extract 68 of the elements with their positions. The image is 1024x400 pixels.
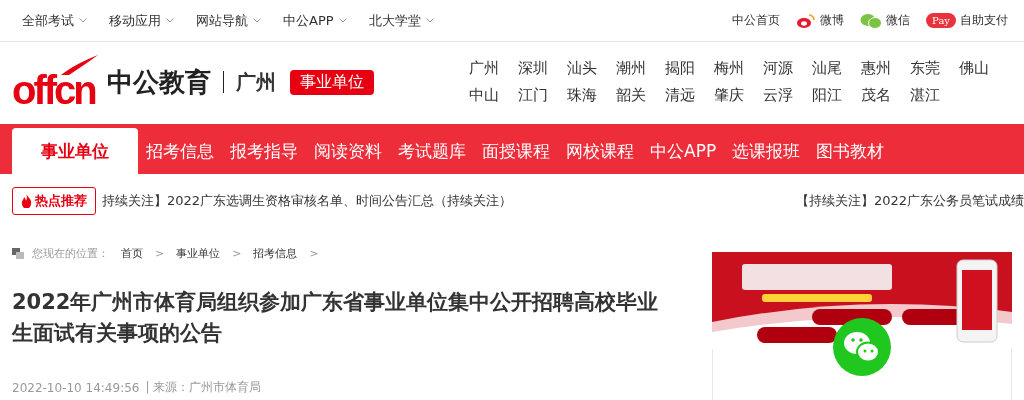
top-link[interactable]: 微信 <box>886 12 911 29</box>
menu-dropdown[interactable]: 中公APP <box>283 11 347 30</box>
nav-tab[interactable]: 阅读资料 <box>306 128 390 174</box>
breadcrumb-separator: > <box>155 247 165 260</box>
nav-tab[interactable]: 招考信息 <box>138 128 222 174</box>
wechat-icon <box>860 12 883 29</box>
flame-icon <box>21 194 32 208</box>
publish-date: 2022-10-10 14:49:56 <box>12 380 140 395</box>
nav-tab[interactable]: 中公APP <box>642 128 725 174</box>
breadcrumb-link[interactable]: 首页 <box>121 246 143 261</box>
nav-tab[interactable]: 事业单位 <box>12 128 138 174</box>
chevron-icon <box>338 18 347 23</box>
top-link[interactable]: 中公首页 <box>732 12 781 29</box>
location-icon <box>12 248 24 259</box>
logo-name: 中公教育 <box>106 65 211 99</box>
city-link[interactable]: 中山 <box>469 86 518 105</box>
city-link[interactable]: 阳江 <box>812 86 861 105</box>
city-link[interactable]: 湛江 <box>910 86 959 105</box>
city-link[interactable]: 东莞 <box>910 59 959 78</box>
menu-dropdown[interactable]: 北大学堂 <box>368 11 434 30</box>
hot-badge: 热点推荐 <box>12 187 96 215</box>
article-source: | 来源：广州市体育局 <box>145 379 262 396</box>
city-link[interactable]: 汕头 <box>567 59 616 78</box>
city-link[interactable]: 潮州 <box>616 59 665 78</box>
wechat-icon <box>833 318 891 376</box>
chevron-icon <box>253 18 261 23</box>
article-title: 2022年广州市体育局组织参加广东省事业单位集中公开招聘高校毕业生面试有关事项的公告 <box>12 289 660 347</box>
city-link[interactable]: 韶关 <box>616 86 665 105</box>
city-link[interactable]: 汕尾 <box>812 59 861 78</box>
nav-tab[interactable]: 面授课程 <box>474 128 558 174</box>
weibo-icon <box>796 12 817 29</box>
category-badge: 事业单位 <box>289 69 374 95</box>
city-link[interactable]: 茂名 <box>861 86 910 105</box>
city-link[interactable]: 珠海 <box>567 86 616 105</box>
chevron-icon <box>425 18 434 23</box>
city-link[interactable]: 云浮 <box>763 86 812 105</box>
city-link[interactable]: 佛山 <box>959 59 1008 78</box>
nav-tab[interactable]: 图书教材 <box>808 128 893 174</box>
city-link[interactable]: 梅州 <box>714 59 763 78</box>
top-link[interactable]: 微博 <box>820 12 845 29</box>
city-link[interactable]: 惠州 <box>861 59 910 78</box>
pay-badge: Pay <box>926 13 956 28</box>
chevron-icon <box>79 18 87 23</box>
breadcrumb-label: 您现在的位置： <box>32 246 109 261</box>
ticker-link[interactable]: 【持续关注】2022广东公务员笔试成绩 <box>795 192 1024 210</box>
city-link[interactable]: 广州 <box>469 59 518 78</box>
breadcrumb-separator: > <box>309 247 319 260</box>
menu-dropdown[interactable]: 全部考试 <box>22 11 87 30</box>
nav-tab[interactable]: 报考指导 <box>222 128 306 174</box>
ticker-link[interactable]: 持续关注】2022广东选调生资格审核名单、时间公告汇总（持续关注） <box>102 192 513 210</box>
nav-tab[interactable]: 网校课程 <box>558 128 642 174</box>
breadcrumb-link[interactable]: 招考信息 <box>253 246 298 261</box>
breadcrumb-link[interactable]: 事业单位 <box>176 246 221 261</box>
nav-tab[interactable]: 考试题库 <box>390 128 474 174</box>
city-link[interactable]: 揭阳 <box>665 59 714 78</box>
top-link[interactable]: 自助支付 <box>960 12 1008 29</box>
menu-dropdown[interactable]: 网站导航 <box>196 11 261 30</box>
city-link[interactable]: 江门 <box>518 86 567 105</box>
city-link[interactable]: 河源 <box>763 59 812 78</box>
city-link[interactable]: 肇庆 <box>714 86 763 105</box>
chevron-icon <box>166 18 174 23</box>
city-name: 广州 <box>235 68 276 96</box>
menu-dropdown[interactable]: 移动应用 <box>109 11 174 30</box>
nav-tab[interactable]: 选课报班 <box>724 128 809 174</box>
breadcrumb-separator: > <box>232 247 242 260</box>
city-link[interactable]: 深圳 <box>518 59 567 78</box>
logo[interactable]: offcn <box>12 54 101 110</box>
city-link[interactable]: 清远 <box>665 86 714 105</box>
